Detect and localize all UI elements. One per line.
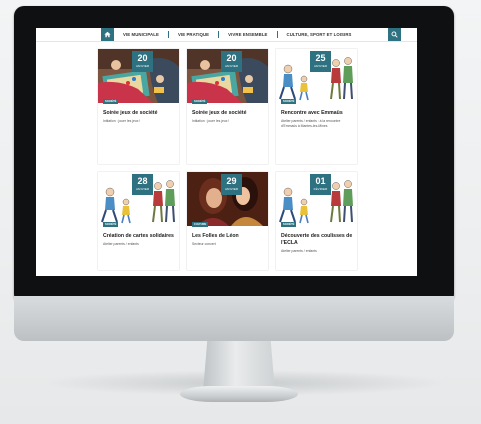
event-card[interactable]: 25 JANVIER SOCIÉTÉ Rencontre avec Emmaüs… — [276, 49, 357, 164]
home-icon — [104, 31, 111, 38]
date-day: 25 — [315, 53, 326, 63]
date-month: JANVIER — [224, 64, 239, 68]
nav-item-culture-sport-loisirs[interactable]: CULTURE, SPORT ET LOISIRS — [278, 32, 361, 37]
monitor-stand-base — [180, 386, 298, 402]
date-day: 01 — [315, 176, 326, 186]
events-grid: 20 JANVIER SOCIÉTÉ Soirée jeux de sociét… — [98, 49, 357, 270]
date-month: JANVIER — [313, 64, 328, 68]
category-tag[interactable]: SOCIÉTÉ — [103, 222, 119, 227]
event-description: Secteur concert — [192, 242, 216, 246]
monitor-stand-neck — [203, 340, 275, 392]
category-tag[interactable]: SOCIÉTÉ — [281, 222, 297, 227]
website-screen: VIE MUNICIPALE VIE PRATIQUE VIVRE ENSEMB… — [36, 28, 417, 276]
event-description: Atelier parents / enfants — [103, 242, 139, 246]
home-button[interactable] — [101, 28, 114, 41]
category-tag[interactable]: CULTURE — [192, 222, 209, 227]
event-description: Atelier parents / enfants : à la rencont… — [281, 119, 341, 128]
event-title[interactable]: Découverte des coulisses de l'ECLA — [281, 233, 353, 246]
event-card[interactable]: 01 FÉVRIER SOCIÉTÉ Découverte des coulis… — [276, 172, 357, 270]
date-day: 20 — [137, 53, 148, 63]
event-title[interactable]: Soirée jeux de société — [192, 110, 264, 117]
date-badge: 01 FÉVRIER — [310, 174, 331, 195]
monitor-chin — [14, 296, 454, 341]
event-title[interactable]: Les Folles de Léon — [192, 233, 264, 240]
category-tag[interactable]: SOCIÉTÉ — [103, 99, 119, 104]
date-month: FÉVRIER — [313, 187, 328, 191]
event-description: Initiation : jouer les jeux ! — [103, 119, 141, 123]
event-card[interactable]: 20 JANVIER SOCIÉTÉ Soirée jeux de sociét… — [187, 49, 268, 164]
date-month: JANVIER — [224, 187, 239, 191]
event-title[interactable]: Rencontre avec Emmaüs — [281, 110, 353, 117]
date-day: 29 — [226, 176, 237, 186]
search-icon — [392, 31, 399, 38]
date-month: JANVIER — [135, 187, 150, 191]
event-card[interactable]: 20 JANVIER SOCIÉTÉ Soirée jeux de sociét… — [98, 49, 179, 164]
event-description: Atelier parents / enfants — [281, 249, 317, 253]
main-nav: VIE MUNICIPALE VIE PRATIQUE VIVRE ENSEMB… — [36, 28, 417, 42]
search-button[interactable] — [388, 28, 402, 41]
event-card[interactable]: 28 JANVIER SOCIÉTÉ Création de cartes so… — [98, 172, 179, 270]
category-tag[interactable]: SOCIÉTÉ — [192, 99, 208, 104]
nav-item-vivre-ensemble[interactable]: VIVRE ENSEMBLE — [219, 32, 276, 37]
date-badge: 29 JANVIER — [221, 174, 242, 195]
category-tag[interactable]: SOCIÉTÉ — [281, 99, 297, 104]
event-card[interactable]: 29 JANVIER CULTURE Les Folles de Léon Se… — [187, 172, 268, 270]
date-badge: 20 JANVIER — [132, 51, 153, 72]
nav-item-vie-municipale[interactable]: VIE MUNICIPALE — [114, 32, 168, 37]
event-title[interactable]: Création de cartes solidaires — [103, 233, 175, 240]
date-badge: 28 JANVIER — [132, 174, 153, 195]
event-description: Initiation : jouer les jeux ! — [192, 119, 230, 123]
date-badge: 25 JANVIER — [310, 51, 331, 72]
date-month: JANVIER — [135, 64, 150, 68]
date-badge: 20 JANVIER — [221, 51, 242, 72]
date-day: 28 — [137, 176, 148, 186]
date-day: 20 — [226, 53, 237, 63]
event-title[interactable]: Soirée jeux de société — [103, 110, 175, 117]
nav-item-vie-pratique[interactable]: VIE PRATIQUE — [169, 32, 218, 37]
